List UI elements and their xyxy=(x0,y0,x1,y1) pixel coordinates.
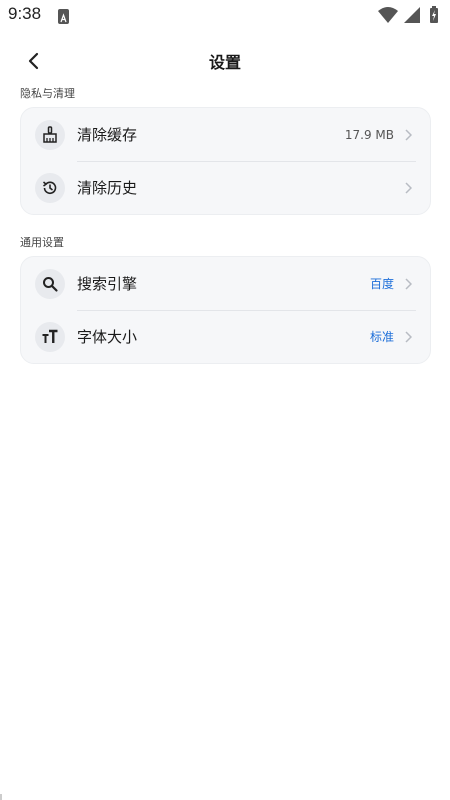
broom-icon xyxy=(35,119,65,150)
edge-mark xyxy=(0,794,6,800)
font-size-item[interactable]: 字体大小 标准 xyxy=(21,310,430,363)
search-engine-label: 搜索引擎 xyxy=(77,275,138,293)
clear-cache-item[interactable]: 清除缓存 17.9 MB xyxy=(21,108,430,161)
history-icon xyxy=(35,172,65,203)
search-icon xyxy=(35,268,65,299)
chevron-right-icon xyxy=(405,128,412,141)
chevron-right-icon xyxy=(405,277,412,290)
clear-cache-label: 清除缓存 xyxy=(77,126,138,144)
status-icons xyxy=(378,6,442,24)
text-size-icon xyxy=(35,321,65,352)
app-notification-icon xyxy=(58,9,69,24)
status-time: 9:38 xyxy=(8,4,42,23)
settings-card-general: 搜索引擎 百度 字体大小 标准 xyxy=(20,256,431,364)
cache-size-value: 17.9 MB xyxy=(344,127,394,142)
section-title-privacy: 隐私与清理 xyxy=(20,87,75,100)
wifi-icon xyxy=(378,7,398,23)
settings-card-privacy: 清除缓存 17.9 MB 清除历史 xyxy=(20,107,431,215)
chevron-right-icon xyxy=(405,330,412,343)
status-bar: 9:38 xyxy=(0,0,450,30)
signal-icon xyxy=(404,7,420,23)
font-size-value: 标准 xyxy=(369,330,394,344)
clear-history-label: 清除历史 xyxy=(77,179,138,197)
battery-charging-icon xyxy=(430,6,438,23)
clear-history-item[interactable]: 清除历史 xyxy=(21,161,430,214)
section-title-general: 通用设置 xyxy=(20,236,64,249)
search-engine-value: 百度 xyxy=(369,277,394,291)
font-size-label: 字体大小 xyxy=(77,328,138,346)
search-engine-item[interactable]: 搜索引擎 百度 xyxy=(21,257,430,310)
page-title: 设置 xyxy=(208,53,241,72)
chevron-right-icon xyxy=(405,181,412,194)
app-header: 设置 xyxy=(0,40,450,80)
